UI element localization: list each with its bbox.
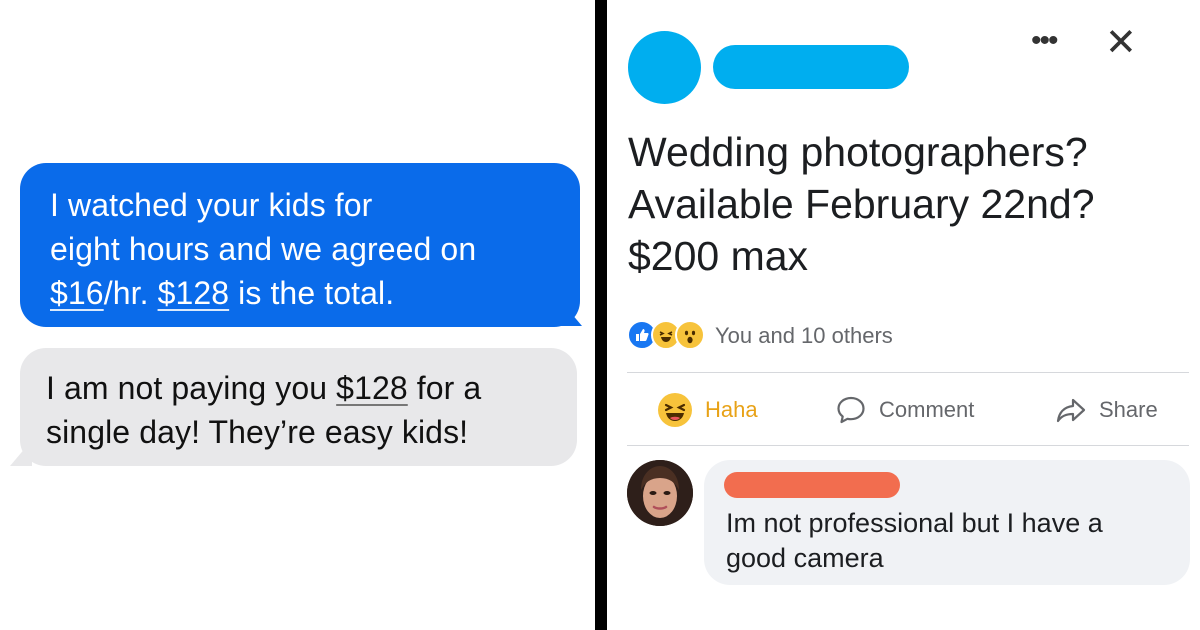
- received-bubble-tail: [10, 440, 32, 466]
- rate-link[interactable]: $16: [50, 275, 104, 311]
- haha-label: Haha: [705, 397, 758, 422]
- comment-bubble: Im not professional but I have a good ca…: [704, 460, 1190, 585]
- haha-icon: [658, 393, 692, 427]
- post-body: Wedding photographers? Available Februar…: [628, 126, 1188, 282]
- divider-line: [627, 372, 1189, 373]
- received-text: for a: [407, 370, 482, 406]
- total-amount-link[interactable]: $128: [158, 275, 230, 311]
- poster-avatar-redacted[interactable]: [628, 31, 701, 104]
- post-text-line: Wedding photographers?: [628, 129, 1088, 175]
- panel-divider: [595, 0, 607, 630]
- amount-link[interactable]: $128: [336, 370, 408, 406]
- haha-reaction-button[interactable]: Haha: [657, 388, 758, 432]
- comment-text: Im not professional but I have a good ca…: [726, 506, 1176, 576]
- close-icon[interactable]: ✕: [1105, 24, 1137, 62]
- sent-message-line: eight hours and we agreed on: [50, 231, 477, 267]
- share-arrow-icon: [1056, 398, 1086, 423]
- commenter-avatar[interactable]: [627, 460, 693, 526]
- reaction-summary[interactable]: [627, 320, 717, 352]
- received-message-bubble: I am not paying you $128 for a single da…: [20, 348, 577, 466]
- poster-name-redacted[interactable]: [713, 45, 909, 89]
- comment-text-line: Im not professional but I have a: [726, 508, 1103, 538]
- share-label: Share: [1099, 397, 1158, 422]
- wow-icon: [675, 320, 705, 350]
- post-text-line: $200 max: [628, 233, 809, 279]
- sent-bubble-tail: [560, 300, 582, 326]
- comment-icon: [837, 396, 865, 424]
- post-text-line: Available February 22nd?: [628, 181, 1095, 227]
- text-message-screenshot: I watched your kids for eight hours and …: [0, 0, 595, 630]
- sent-message-bubble: I watched your kids for eight hours and …: [20, 163, 580, 327]
- comment-text-line: good camera: [726, 543, 884, 573]
- commenter-name-redacted[interactable]: [724, 472, 900, 498]
- received-text: I am not paying you: [46, 370, 337, 406]
- facebook-post-screenshot: ••• ✕ Wedding photographers? Available F…: [607, 0, 1200, 630]
- comment-button[interactable]: Comment: [835, 388, 974, 432]
- sent-message-line: $16/hr. $128 is the total.: [50, 271, 560, 315]
- more-options-icon[interactable]: •••: [1031, 26, 1058, 56]
- received-message-line: I am not paying you $128 for a: [46, 366, 557, 410]
- comment-label: Comment: [879, 397, 975, 422]
- sent-message-line: I watched your kids for: [50, 187, 373, 223]
- total-text: is the total.: [229, 275, 395, 311]
- received-message-line: single day! They’re easy kids!: [46, 414, 469, 450]
- reaction-count-text[interactable]: You and 10 others: [715, 321, 893, 351]
- rate-unit-text: /hr.: [103, 275, 158, 311]
- divider-line: [627, 445, 1189, 446]
- share-button[interactable]: Share: [1055, 388, 1158, 432]
